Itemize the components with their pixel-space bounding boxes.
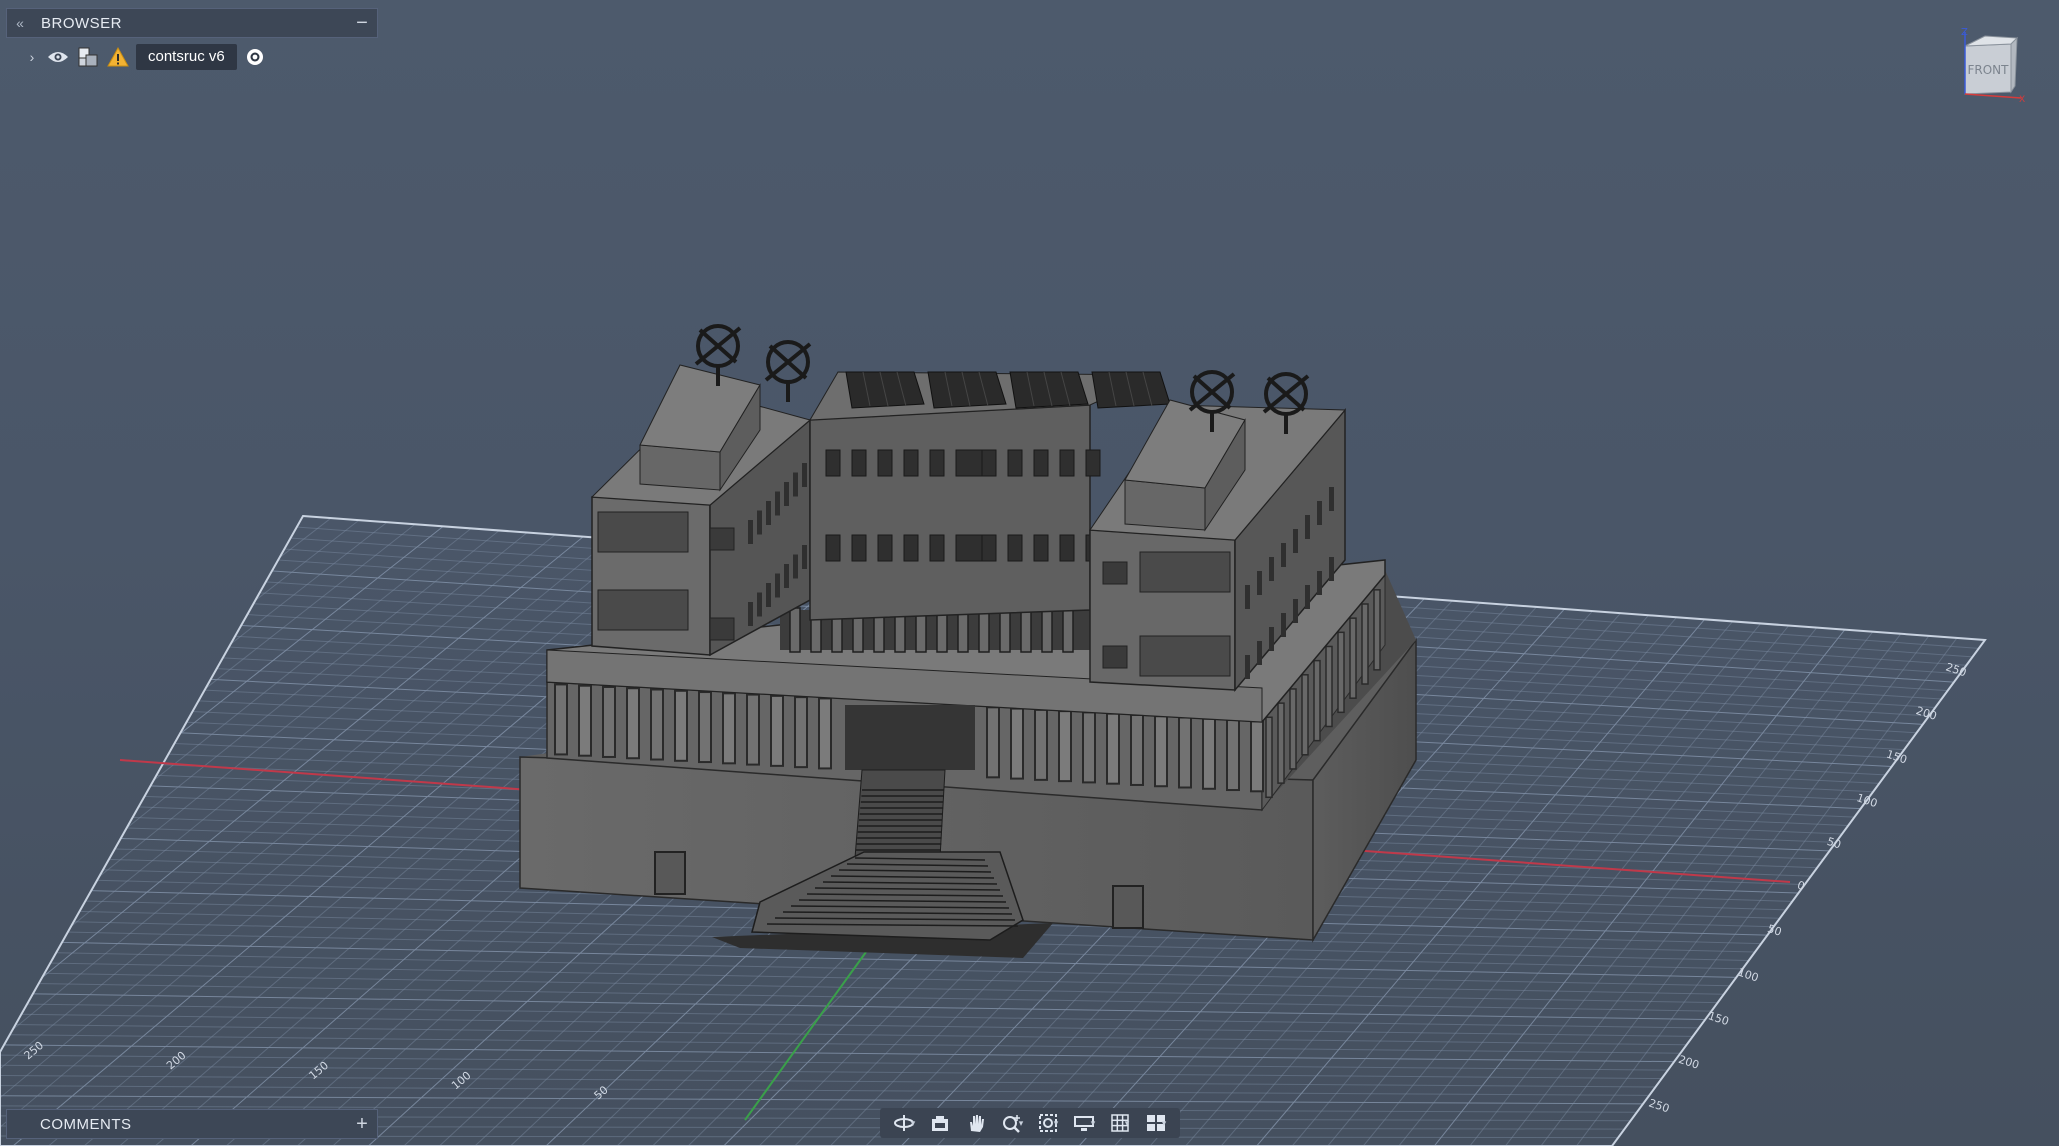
grid-tick-label: 150 (1706, 1009, 1730, 1028)
grid-tick-label: 100 (1736, 966, 1760, 985)
grid-icon[interactable]: ▾ (1105, 1110, 1135, 1136)
grid-tick-label: 150 (1885, 748, 1909, 767)
orbit-icon[interactable]: ▾ (889, 1110, 919, 1136)
fit-window-icon[interactable]: ▾ (1033, 1110, 1063, 1136)
grid-tick-label: 200 (1677, 1053, 1701, 1072)
chevron-right-icon[interactable]: › (24, 49, 40, 65)
comments-panel: COMMENTS + (6, 1109, 378, 1139)
plus-icon[interactable]: + (347, 1113, 377, 1136)
viewcube-axis-x: X (2019, 95, 2025, 105)
browser-title: BROWSER (41, 14, 123, 32)
viewcube-face-label[interactable]: FRONT (1968, 63, 2010, 77)
grid-tick-label: 100 (1855, 791, 1879, 810)
warning-icon[interactable] (106, 45, 130, 69)
grid-tick-label: 150 (307, 1059, 331, 1082)
look-at-icon[interactable] (925, 1110, 955, 1136)
grid-tick-label: 50 (1825, 835, 1842, 852)
radio-target-icon[interactable] (243, 45, 267, 69)
grid-tick-label: 250 (22, 1039, 46, 1062)
document-name[interactable]: contsruc v6 (136, 44, 237, 70)
grid-tick-label: 50 (1766, 922, 1783, 939)
comments-title: COMMENTS (40, 1115, 132, 1133)
pan-hand-icon[interactable] (961, 1110, 991, 1136)
3d-viewport[interactable]: 250 200 150 100 50 0 50 100 150 200 250 250 200 150 1… (0, 0, 2059, 1146)
navigation-toolbar: ▾ ▾ ▾ ▾ ▾ ▾ (880, 1108, 1180, 1138)
minus-icon[interactable]: − (347, 13, 377, 33)
grid-tick-label: 250 (1944, 660, 1968, 679)
viewcube-axis-z: Z (1961, 28, 1968, 38)
building-model (519, 324, 1417, 958)
grid-tick-label: 200 (164, 1049, 188, 1072)
model-canvas[interactable]: 25020015010050050100150200250 250 200 150 1… (0, 0, 2059, 1146)
double-chevron-left-icon[interactable]: « (7, 15, 33, 31)
eye-icon[interactable] (46, 45, 70, 69)
view-cube[interactable]: FRONT Z X (1955, 27, 2025, 108)
browser-panel: « BROWSER − (6, 8, 378, 38)
zoom-icon[interactable]: ▾ (997, 1110, 1027, 1136)
viewports-icon[interactable]: ▾ (1141, 1110, 1171, 1136)
display-settings-icon[interactable]: ▾ (1069, 1110, 1099, 1136)
grid-tick-label: 250 (1647, 1096, 1671, 1115)
browser-tree-root[interactable]: › contsruc v6 (24, 44, 267, 70)
component-icon (76, 45, 100, 69)
